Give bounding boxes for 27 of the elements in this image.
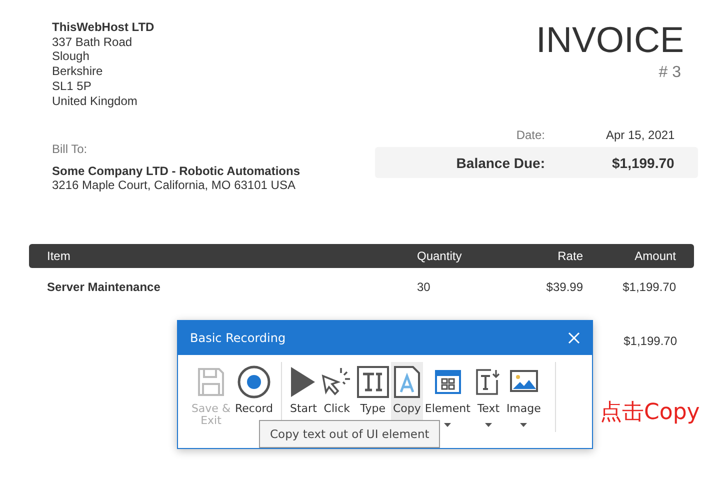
company-address-line: United Kingdom: [52, 94, 138, 108]
invoice-title: INVOICE: [536, 22, 684, 58]
company-address-line: 337 Bath Road: [52, 34, 134, 50]
company-address-line: SL1 5P: [52, 78, 92, 94]
annotation-text: 点击Copy: [600, 399, 700, 427]
table-cell-text: 30: [417, 280, 432, 294]
column-header: Item: [46, 249, 72, 263]
company-address-line: ThisWebHost LTD: [52, 20, 154, 35]
balance-label: Balance Due:: [455, 154, 545, 170]
column-header: Quantity: [417, 249, 463, 263]
customer-address: 3216 Maple Court, California, MO 63101 USA: [52, 178, 296, 192]
balance-value: $1,199.70: [612, 154, 674, 170]
column-header: Amount: [634, 249, 676, 263]
column-header: Rate: [556, 249, 583, 263]
customer-name: Some Company LTD - Robotic Automations: [52, 164, 300, 178]
dialog-title: Basic Recording: [190, 331, 286, 345]
date-value: Apr 15, 2021: [606, 128, 675, 142]
table-cell-text: Server Maintenance: [46, 280, 162, 294]
bill-to-label: Bill To:: [52, 142, 88, 156]
date-label: Date:: [515, 128, 545, 142]
subtotal-value: $1,199.70: [624, 334, 677, 348]
table-cell-text: $1,199.70: [622, 280, 676, 294]
invoice-number: # 3: [658, 64, 681, 82]
table-cell-text: $39.99: [545, 280, 583, 294]
tooltip: Copy text out of UI element: [259, 420, 440, 448]
company-address-line: Slough: [52, 49, 90, 64]
company-address-line: Berkshire: [52, 64, 104, 79]
